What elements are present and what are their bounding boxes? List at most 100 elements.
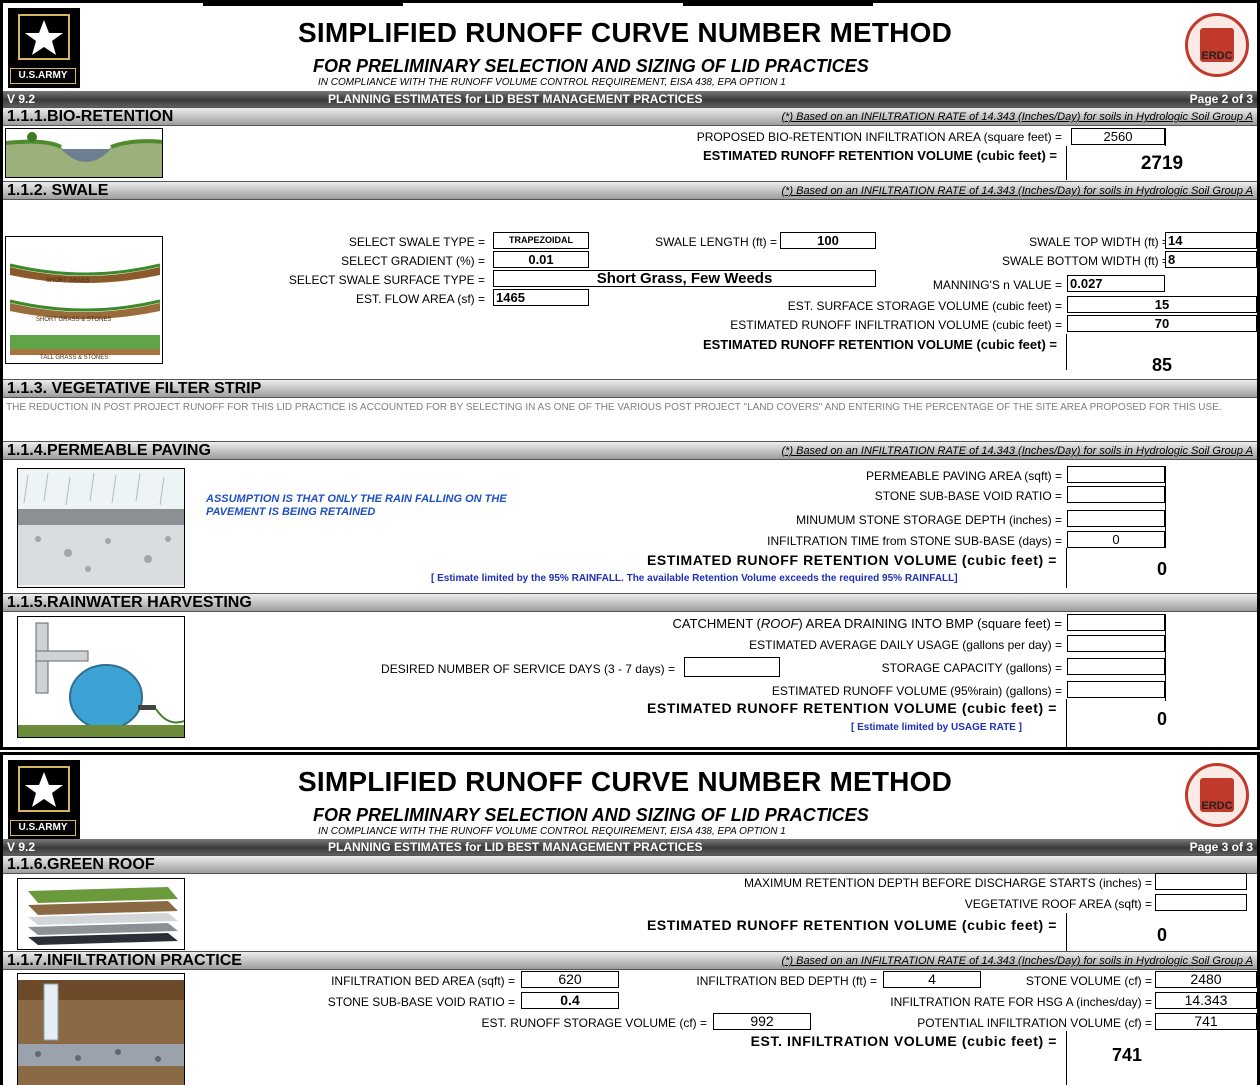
- page-number: Page 3 of 3: [1189, 840, 1253, 854]
- swale-type-select[interactable]: TRAPEZOIDAL: [493, 232, 589, 249]
- section-infiltration-header: 1.1.7.INFILTRATION PRACTICE (*) Based on…: [3, 951, 1257, 970]
- planning-label: PLANNING ESTIMATES for LID BEST MANAGEME…: [328, 840, 703, 854]
- version-label: V 9.2: [7, 840, 36, 854]
- erdc-logo-text: ERDC: [1201, 50, 1233, 62]
- infiltration-time-label: INFILTRATION TIME from STONE SUB-BASE (d…: [767, 534, 1062, 548]
- service-days-input[interactable]: [684, 657, 780, 677]
- bio-volume-label: ESTIMATED RUNOFF RETENTION VOLUME (cubic…: [702, 148, 1057, 163]
- infiltration-rate-note: (*) Based on an INFILTRATION RATE of 14.…: [781, 111, 1253, 123]
- bio-retention-image: [5, 128, 163, 178]
- storage-capacity-value: [1067, 658, 1165, 675]
- surface-storage-label: EST. SURFACE STORAGE VOLUME (cubic feet)…: [787, 299, 1062, 313]
- retention-depth-label: MAXIMUM RETENTION DEPTH BEFORE DISCHARGE…: [744, 876, 1152, 890]
- top-rule-right: [683, 3, 873, 6]
- potential-infiltration-value: 741: [1155, 1013, 1257, 1030]
- daily-usage-input[interactable]: [1067, 635, 1165, 652]
- rainwater-harvesting-image: [17, 616, 185, 738]
- army-logo-text: U.S.ARMY: [10, 68, 76, 84]
- bottom-width-input[interactable]: 8: [1165, 251, 1257, 268]
- surface-type-label: SELECT SWALE SURFACE TYPE =: [288, 273, 485, 287]
- swale-type-label: SELECT SWALE TYPE =: [348, 235, 485, 249]
- paving-area-label: PERMEABLE PAVING AREA (sqft) =: [866, 469, 1062, 483]
- paving-volume-value: 0: [1156, 559, 1167, 579]
- void-ratio-label: STONE SUB-BASE VOID RATIO =: [874, 489, 1062, 503]
- bio-volume-value: 2719: [1140, 153, 1184, 174]
- infiltration-rate-label: INFILTRATION RATE FOR HSG A (inches/day)…: [890, 995, 1152, 1009]
- bio-area-input[interactable]: 2560: [1071, 128, 1165, 145]
- stone-depth-input[interactable]: [1067, 510, 1165, 527]
- bed-depth-input[interactable]: 4: [883, 971, 981, 988]
- infiltration-rate-note: (*) Based on an INFILTRATION RATE of 14.…: [781, 185, 1253, 197]
- grid-line: [1165, 614, 1166, 701]
- infiltration-volume-label: EST. INFILTRATION VOLUME (cubic feet) =: [750, 1033, 1057, 1049]
- grid-line: [1165, 466, 1166, 548]
- section-swale-header: 1.1.2. SWALE (*) Based on an INFILTRATIO…: [3, 181, 1257, 200]
- infiltration-rate-note: (*) Based on an INFILTRATION RATE of 14.…: [781, 955, 1253, 967]
- page-title: SIMPLIFIED RUNOFF CURVE NUMBER METHOD: [298, 766, 952, 797]
- infiltration-time-value: 0: [1067, 531, 1165, 548]
- paving-limit-note: [ Estimate limited by the 95% RAINFALL. …: [431, 573, 958, 584]
- potential-infiltration-label: POTENTIAL INFILTRATION VOLUME (cf) =: [917, 1016, 1152, 1030]
- page-subtitle: FOR PRELIMINARY SELECTION AND SIZING OF …: [313, 805, 869, 825]
- compliance-text: IN COMPLIANCE WITH THE RUNOFF VOLUME CON…: [318, 826, 786, 837]
- runoff-storage-value: 992: [713, 1013, 811, 1030]
- page-title: SIMPLIFIED RUNOFF CURVE NUMBER METHOD: [298, 17, 952, 48]
- surface-type-select[interactable]: Short Grass, Few Weeds: [493, 270, 876, 287]
- stone-void-label: STONE SUB-BASE VOID RATIO =: [327, 995, 515, 1009]
- top-rule-left: [203, 3, 403, 6]
- infiltration-rate-value: 14.343: [1155, 992, 1257, 1009]
- section-green-roof-header: 1.1.6.GREEN ROOF: [3, 855, 1257, 874]
- void-ratio-input[interactable]: [1067, 486, 1165, 503]
- runoff-volume-value: [1067, 681, 1165, 698]
- top-width-label: SWALE TOP WIDTH (ft) =: [1029, 235, 1169, 249]
- swale-types-image: SHORT GRASS SHORT GRASS & STONES TALL GR…: [5, 236, 163, 364]
- catchment-area-input[interactable]: [1067, 614, 1165, 631]
- gradient-label: SELECT GRADIENT (%) =: [341, 254, 485, 268]
- section-title: 1.1.6.GREEN ROOF: [7, 856, 155, 873]
- catchment-label-b: ) AREA DRAINING INTO BMP (square feet) =: [798, 616, 1062, 631]
- swale-volume-label: ESTIMATED RUNOFF RETENTION VOLUME (cubic…: [702, 337, 1057, 352]
- manning-value: 0.027: [1067, 275, 1165, 292]
- bottom-width-label: SWALE BOTTOM WIDTH (ft) =: [1001, 254, 1169, 268]
- gradient-select[interactable]: 0.01: [493, 251, 589, 268]
- paving-area-input[interactable]: [1067, 466, 1165, 483]
- roof-area-input[interactable]: [1155, 894, 1247, 911]
- flow-area-value: 1465: [493, 289, 589, 306]
- filter-strip-description: THE REDUCTION IN POST PROJECT RUNOFF FOR…: [6, 402, 1222, 413]
- section-rainwater-header: 1.1.5.RAINWATER HARVESTING: [3, 593, 1257, 612]
- stone-volume-label: STONE VOLUME (cf) =: [1025, 974, 1152, 988]
- green-roof-image: [17, 878, 185, 950]
- retention-depth-input[interactable]: [1155, 873, 1247, 890]
- top-width-input[interactable]: 14: [1165, 232, 1257, 249]
- compliance-text: IN COMPLIANCE WITH THE RUNOFF VOLUME CON…: [318, 77, 786, 88]
- grid-line: [1165, 128, 1166, 146]
- worksheet-page-2: U.S.ARMY SIMPLIFIED RUNOFF CURVE NUMBER …: [0, 0, 1260, 750]
- section-title: 1.1.3. VEGETATIVE FILTER STRIP: [7, 380, 262, 397]
- army-logo-text: U.S.ARMY: [10, 820, 76, 836]
- section-title: 1.1.7.INFILTRATION PRACTICE: [7, 952, 242, 969]
- daily-usage-label: ESTIMATED AVERAGE DAILY USAGE (gallons p…: [749, 638, 1062, 652]
- runoff-volume-label: ESTIMATED RUNOFF VOLUME (95%rain) (gallo…: [771, 684, 1062, 698]
- assumption-note-line1: ASSUMPTION IS THAT ONLY THE RAIN FALLING…: [206, 493, 507, 505]
- erdc-seal-logo: ERDC: [1185, 763, 1249, 827]
- infiltration-volume-value: 70: [1067, 315, 1257, 332]
- rain-volume-value: 0: [1156, 709, 1167, 729]
- erdc-seal-logo: ERDC: [1185, 13, 1249, 77]
- catchment-label: CATCHMENT (ROOF) AREA DRAINING INTO BMP …: [673, 616, 1063, 631]
- version-bar: V 9.2 PLANNING ESTIMATES for LID BEST MA…: [3, 91, 1257, 107]
- short-grass-label: SHORT GRASS: [46, 278, 90, 284]
- roof-volume-value: 0: [1156, 925, 1167, 945]
- bed-depth-label: INFILTRATION BED DEPTH (ft) =: [696, 974, 877, 988]
- swale-length-input[interactable]: 100: [780, 232, 876, 249]
- storage-capacity-label: STORAGE CAPACITY (gallons) =: [881, 661, 1062, 675]
- army-star-icon: [18, 766, 70, 812]
- section-permeable-paving-header: 1.1.4.PERMEABLE PAVING (*) Based on an I…: [3, 441, 1257, 460]
- grid-line: [1066, 146, 1067, 180]
- bed-area-input[interactable]: 620: [521, 971, 619, 988]
- swale-volume-value: 85: [1151, 355, 1173, 375]
- section-filter-strip-header: 1.1.3. VEGETATIVE FILTER STRIP: [3, 379, 1257, 398]
- rain-volume-label: ESTIMATED RUNOFF RETENTION VOLUME (cubic…: [646, 700, 1057, 716]
- infiltration-volume-label: ESTIMATED RUNOFF INFILTRATION VOLUME (cu…: [730, 318, 1062, 332]
- flow-area-label: EST. FLOW AREA (sf) =: [355, 292, 485, 306]
- stone-void-input[interactable]: 0.4: [521, 992, 619, 1009]
